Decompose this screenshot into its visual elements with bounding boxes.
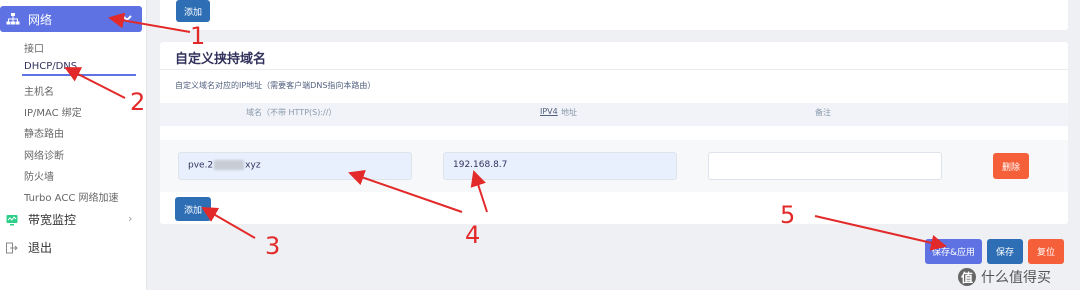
domain-value-suffix: xyz [245, 160, 261, 171]
column-header-address: 地址 [561, 108, 577, 117]
watermark-logo: 值 [958, 268, 976, 286]
delete-button[interactable]: 删除 [993, 153, 1029, 179]
annotation-number-2: 2 [130, 88, 146, 116]
annotation-number-4: 4 [465, 221, 481, 249]
chevron-down-icon[interactable] [120, 11, 134, 25]
previous-section-panel [160, 0, 1068, 30]
column-header-domain: 域名（不带 HTTP(S)://） [246, 108, 337, 117]
save-apply-button[interactable]: 保存&应用 [925, 239, 982, 264]
bottom-strip [0, 290, 1080, 299]
logout-icon [6, 242, 18, 253]
sidebar-item-label: 网络 [28, 12, 53, 27]
sidebar: 网络 接口 DHCP/DNS 主机名 IP/MAC 绑定 静态路由 网络诊断 防… [0, 0, 147, 290]
sidebar-item-turbo-acc[interactable]: Turbo ACC 网络加速 [24, 189, 119, 204]
add-button[interactable]: 添加 [175, 197, 211, 221]
monitor-icon [6, 214, 18, 225]
screen: 网络 接口 DHCP/DNS 主机名 IP/MAC 绑定 静态路由 网络诊断 防… [0, 0, 1080, 299]
note-input[interactable] [708, 152, 942, 180]
sidebar-item-firewall[interactable]: 防火墙 [24, 168, 54, 183]
column-header-note: 备注 [815, 108, 831, 117]
watermark-text: 什么值得买 [981, 270, 1051, 286]
sidebar-item-interfaces[interactable]: 接口 [24, 40, 44, 55]
add-button-top[interactable]: 添加 [176, 0, 210, 22]
section-description: 自定义域名对应的IP地址（需要客户端DNS指向本路由） [175, 81, 376, 90]
column-header-ipv4: IPV4 [540, 107, 558, 116]
annotation-number-1: 1 [190, 22, 206, 50]
domain-value-prefix: pve.2 [188, 160, 214, 171]
save-button[interactable]: 保存 [987, 239, 1023, 264]
reset-button[interactable]: 复位 [1028, 239, 1064, 264]
sidebar-item-ip-mac-binding[interactable]: IP/MAC 绑定 [24, 104, 82, 119]
redacted-text [214, 160, 245, 170]
annotation-number-5: 5 [780, 201, 796, 229]
section-title: 自定义挟持域名 [175, 52, 267, 67]
sidebar-item-logout[interactable]: 退出 [6, 239, 52, 256]
sidebar-item-dhcp-dns[interactable]: DHCP/DNS [24, 61, 77, 72]
section-divider [160, 69, 1068, 70]
watermark: 值 什么值得买 [958, 267, 1051, 287]
domain-input[interactable]: pve.2 xyz [178, 152, 412, 180]
active-item-underline [22, 74, 136, 76]
ip-address-input[interactable]: 192.168.8.7 [443, 152, 677, 180]
sidebar-item-label: 带宽监控 [28, 213, 77, 227]
sidebar-item-static-routes[interactable]: 静态路由 [24, 125, 64, 140]
sidebar-item-bandwidth[interactable]: 带宽监控 [6, 211, 76, 228]
sidebar-item-diagnostics[interactable]: 网络诊断 [24, 147, 64, 162]
chevron-right-icon: › [128, 212, 133, 225]
sidebar-item-network[interactable]: 网络 [0, 6, 142, 32]
annotation-number-3: 3 [265, 232, 281, 260]
sidebar-item-hostnames[interactable]: 主机名 [24, 83, 54, 98]
network-icon [6, 13, 20, 25]
sidebar-item-label: 退出 [28, 241, 53, 255]
